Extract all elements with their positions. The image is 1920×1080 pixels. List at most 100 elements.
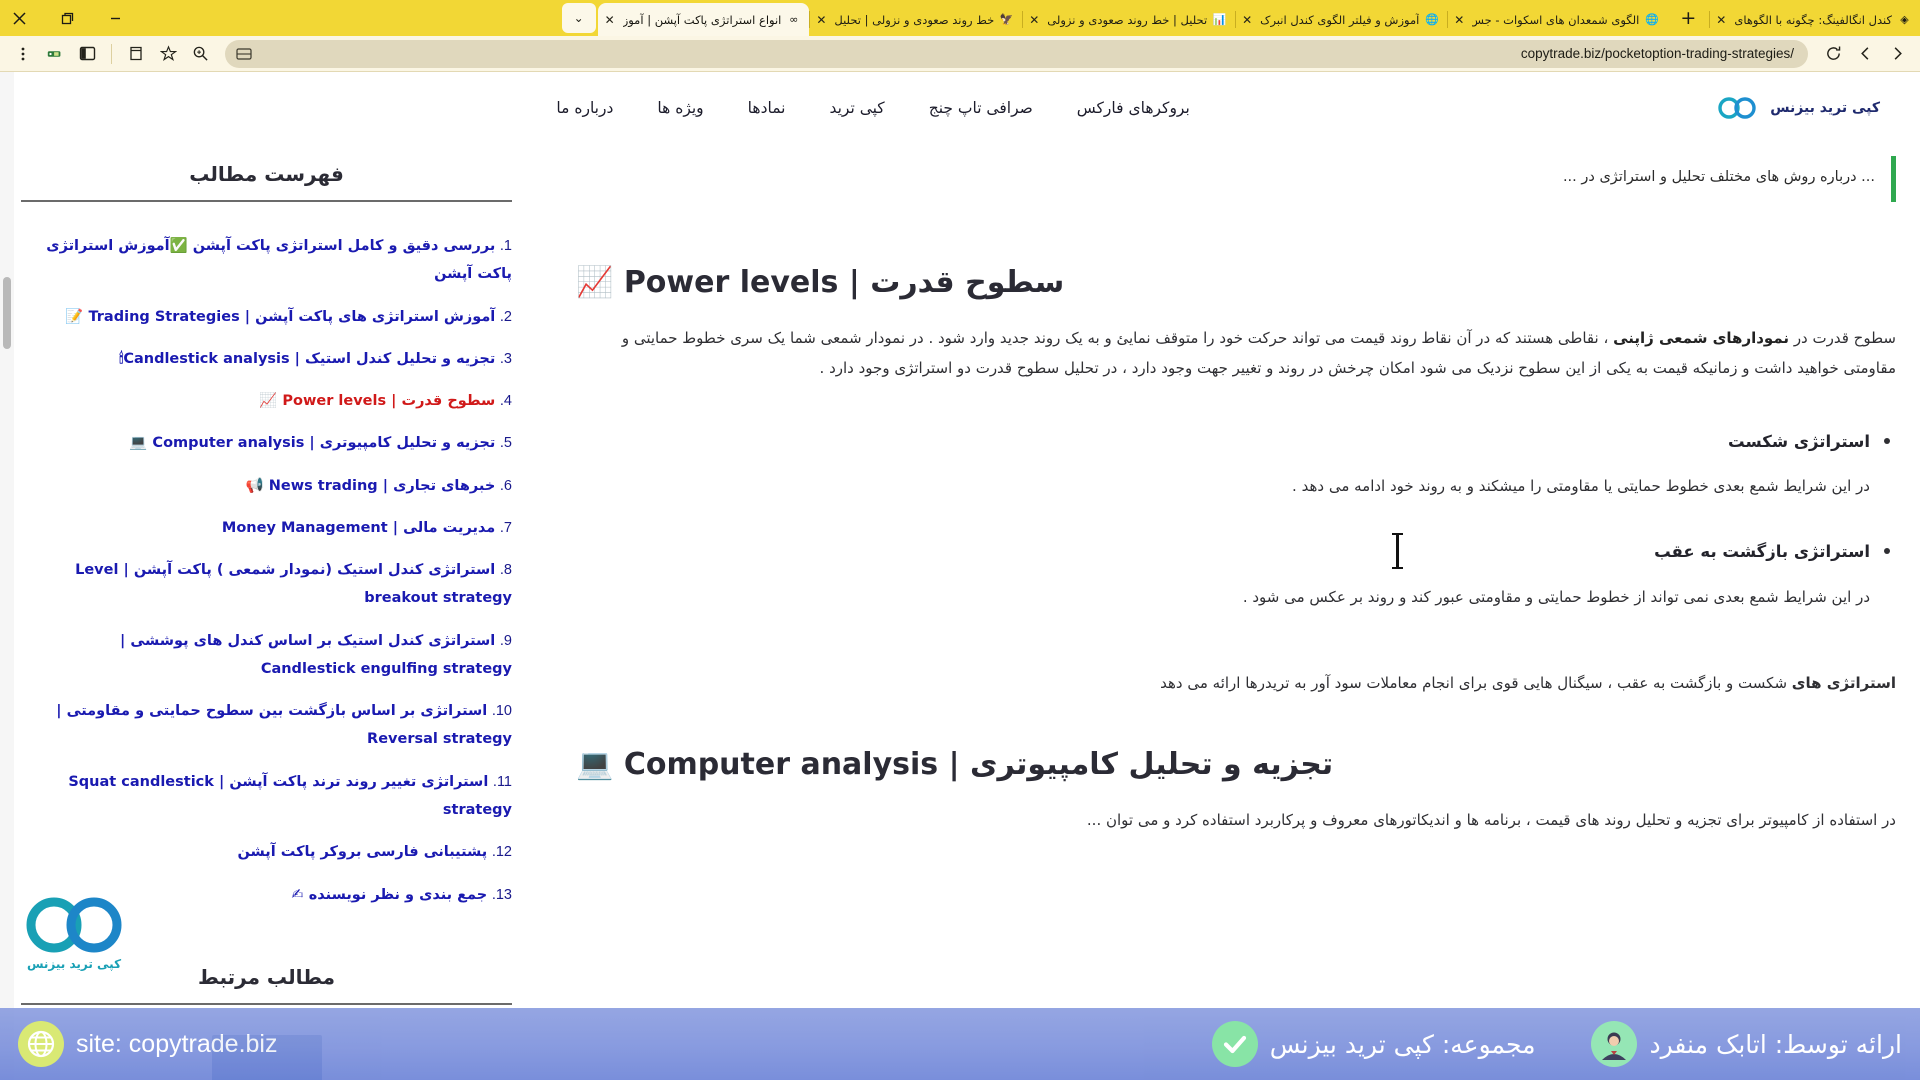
new-tab-button[interactable]: +	[1673, 3, 1703, 33]
address-bar[interactable]: copytrade.biz/pocketoption-trading-strat…	[225, 40, 1808, 68]
check-icon	[1212, 1021, 1258, 1067]
toc-link[interactable]: پشتیبانی فارسی بروکر پاکت آپشن	[237, 844, 487, 860]
section-heading-text: سطوح قدرت | Power levels 📈	[576, 260, 1064, 305]
site-logo-text: کپی ترید بیزنس	[1770, 100, 1880, 116]
toc-link[interactable]: استراتژی بر اساس بازگشت بین سطوح حمایتی …	[56, 703, 512, 747]
nav-item-topchange[interactable]: صرافی تاپ چنج	[929, 99, 1033, 117]
zoom-search-icon[interactable]	[185, 39, 215, 69]
bullet-title: استراتژی بازگشت به عقب	[576, 539, 1870, 565]
section-heading-computer-analysis: تجزیه و تحلیل کامپیوتری | Computer analy…	[576, 742, 1896, 787]
toc-item-2[interactable]: 2. آموزش استراتژی های پاکت آپشن | Tradin…	[21, 303, 512, 331]
reload-icon[interactable]	[1818, 39, 1848, 69]
close-tab-button[interactable]: ✕	[813, 12, 829, 28]
paragraph-lead: سطوح قدرت در	[1794, 329, 1896, 347]
toc-number: 1.	[500, 238, 512, 254]
tab-list: ⌄ ∞ انواع استراتژی پاکت آپشن | آموز ✕ 🦅 …	[134, 0, 1920, 36]
toc-item-5[interactable]: 5. تجزیه و تحلیل کامپیوتری | Computer an…	[21, 429, 512, 457]
close-tab-button[interactable]: ✕	[1713, 12, 1729, 28]
section-heading-text: تجزیه و تحلیل کامپیوتری | Computer analy…	[576, 742, 1333, 787]
toc-item-9[interactable]: 9. استراتژی کندل استیک بر اساس کندل های …	[21, 627, 512, 684]
nav-item-symbols[interactable]: نمادها	[748, 99, 786, 117]
toc-link[interactable]: جمع بندی و نظر نویسنده ✍	[292, 887, 488, 903]
infinity-logo-icon	[1716, 93, 1760, 123]
toc-item-3[interactable]: 3. تجزیه و تحلیل کندل استیک | Candlestic…	[21, 345, 512, 373]
toc-link[interactable]: مدیریت مالی | Money Management	[222, 520, 495, 536]
back-icon[interactable]	[1850, 39, 1880, 69]
tab-title: الگوی شمعدان های اسکوات - جس	[1472, 13, 1639, 27]
article-column: ... درباره روش های مختلف تحلیل و استراتژ…	[536, 144, 1920, 1080]
toc-item-10[interactable]: 10. استراتژی بر اساس بازگشت بین سطوح حما…	[21, 697, 512, 754]
browser-window: ⌄ ∞ انواع استراتژی پاکت آپشن | آموز ✕ 🦅 …	[0, 0, 1920, 1080]
tab-separator	[1447, 11, 1448, 28]
tab-title: تحلیل | خط روند صعودی و نزولی	[1047, 13, 1207, 27]
site-logo[interactable]: کپی ترید بیزنس	[1716, 93, 1880, 123]
close-window-button[interactable]	[6, 5, 32, 31]
toc-link[interactable]: بررسی دقیق و کامل استراتژی پاکت آپشن ✅آم…	[46, 238, 512, 282]
closing-rest: شکست و بازگشت به عقب ، سیگنال هایی قوی ب…	[1160, 674, 1787, 692]
tab-search-button[interactable]: ⌄	[562, 3, 596, 33]
toc-title: فهرست مطالب	[21, 162, 512, 202]
close-tab-button[interactable]: ✕	[1239, 12, 1255, 28]
close-tab-button[interactable]: ✕	[1026, 12, 1042, 28]
text-cursor	[1396, 534, 1399, 568]
nav-item-about[interactable]: درباره ما	[556, 99, 613, 117]
nav-item-forex-brokers[interactable]: بروکرهای فارکس	[1077, 99, 1190, 117]
browser-tab-3[interactable]: 🌐 آموزش و فیلتر الگوی کندل انبرک ✕	[1235, 3, 1447, 36]
reader-mode-icon[interactable]	[121, 39, 151, 69]
toc-item-8[interactable]: 8. استراتژی کندل استیک (نمودار شمعی ) پا…	[21, 556, 512, 613]
globe-icon: 🌐	[1644, 12, 1659, 27]
toc-item-7[interactable]: 7. مدیریت مالی | Money Management	[21, 514, 512, 542]
toc-item-11[interactable]: 11. استراتژی تغییر روند ترند پاکت آپشن |…	[21, 768, 512, 825]
url-text[interactable]: copytrade.biz/pocketoption-trading-strat…	[261, 46, 1794, 61]
toc-link[interactable]: استراتژی کندل استیک بر اساس کندل های پوش…	[120, 633, 512, 677]
maximize-window-button[interactable]	[54, 5, 80, 31]
toc-number: 10.	[492, 703, 512, 719]
toc-item-6[interactable]: 6. خبرهای تجاری | News trading 📢	[21, 472, 512, 500]
scrollbar-thumb[interactable]	[3, 277, 11, 349]
minimize-window-button[interactable]	[102, 5, 128, 31]
toc-link[interactable]: استراتژی کندل استیک (نمودار شمعی ) پاکت …	[75, 562, 512, 606]
browser-tab-1[interactable]: ◈ کندل انگالفینگ: چگونه با الگوهای ✕	[1709, 3, 1920, 36]
toc-item-1[interactable]: 1. بررسی دقیق و کامل استراتژی پاکت آپشن …	[21, 232, 512, 289]
toc-item-4[interactable]: 4. سطوح قدرت | Power levels 📈	[21, 387, 512, 415]
toc-link[interactable]: استراتژی تغییر روند ترند پاکت آپشن | Squ…	[68, 774, 512, 818]
toc-link[interactable]: آموزش استراتژی های پاکت آپشن | Trading S…	[65, 309, 495, 325]
toc-item-12[interactable]: 12. پشتیبانی فارسی بروکر پاکت آپشن	[21, 838, 512, 866]
browser-tab-4[interactable]: 📊 تحلیل | خط روند صعودی و نزولی ✕	[1022, 3, 1235, 36]
menu-icon[interactable]	[8, 39, 38, 69]
tab-separator	[809, 11, 810, 28]
window-controls	[0, 0, 134, 36]
toc-number: 13.	[492, 887, 512, 903]
closing-bold: استراتژی های	[1792, 674, 1896, 692]
reader-view-icon[interactable]	[235, 45, 253, 63]
sidebar-toggle-icon[interactable]	[72, 39, 102, 69]
browser-tab-6[interactable]: ∞ انواع استراتژی پاکت آپشن | آموز ✕	[598, 3, 810, 36]
close-tab-button[interactable]: ✕	[602, 12, 618, 28]
extension-icon[interactable]	[40, 39, 70, 69]
toc-link[interactable]: تجزیه و تحلیل کامپیوتری | Computer analy…	[129, 435, 495, 451]
nav-item-copytrade[interactable]: کپی ترید	[829, 99, 884, 117]
bullet-body: در این شرایط شمع بعدی نمی تواند از خطوط …	[576, 582, 1870, 612]
section-closing-paragraph: استراتژی های شکست و بازگشت به عقب ، سیگن…	[576, 668, 1896, 698]
browser-tab-2[interactable]: 🌐 الگوی شمعدان های اسکوات - جس ✕	[1447, 3, 1667, 36]
toc-link[interactable]: تجزیه و تحلیل کندل استیک | Candlestick a…	[119, 351, 495, 367]
toc-link[interactable]: خبرهای تجاری | News trading 📢	[246, 478, 496, 494]
toc-number: 7.	[500, 520, 512, 536]
overlay-presenter: ارائه توسط: اتابک منفرد	[1591, 1021, 1902, 1067]
infinity-icon: ∞	[786, 12, 801, 27]
bullet-title: استراتژی شکست	[576, 429, 1870, 455]
section-paragraph: سطوح قدرت در نمودارهای شمعی ژاپنی ، نقاط…	[576, 323, 1896, 383]
forward-icon[interactable]	[1882, 39, 1912, 69]
tab-title: خط روند صعودی و نزولی | تحلیل	[834, 13, 994, 27]
page-scrollbar[interactable]	[0, 72, 14, 1080]
nav-item-special[interactable]: ویژه ها	[657, 99, 703, 117]
toc-link[interactable]: سطوح قدرت | Power levels 📈	[259, 393, 495, 409]
bookmark-star-icon[interactable]	[153, 39, 183, 69]
browser-tab-5[interactable]: 🦅 خط روند صعودی و نزولی | تحلیل ✕	[809, 3, 1022, 36]
toolbar-divider	[111, 44, 112, 64]
page-content: ... درباره روش های مختلف تحلیل و استراتژ…	[0, 144, 1920, 1080]
close-tab-button[interactable]: ✕	[1451, 12, 1467, 28]
site-navigation: بروکرهای فارکس صرافی تاپ چنج کپی ترید نم…	[30, 99, 1716, 117]
floating-logo-text: کپی ترید بیزنس	[27, 957, 121, 971]
infinity-logo-icon	[14, 897, 134, 953]
